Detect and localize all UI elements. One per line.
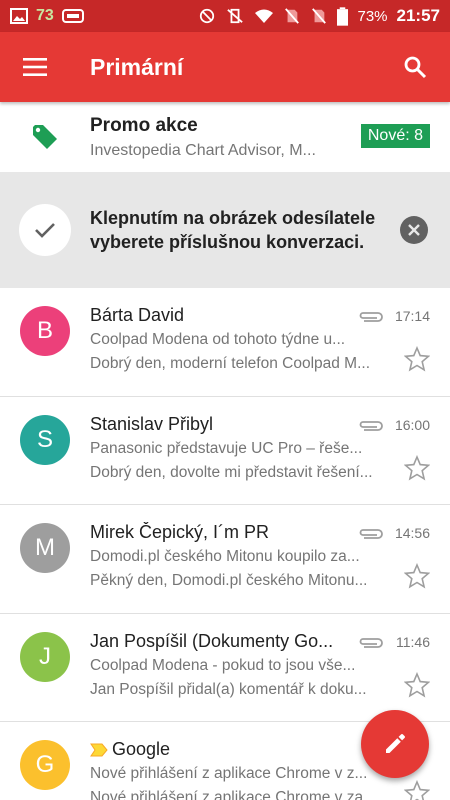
wifi-icon [255, 9, 274, 23]
email-subject: Domodi.pl českého Mitonu koupilo za... [90, 548, 360, 565]
sender-avatar[interactable]: G [20, 740, 70, 790]
email-snippet: Dobrý den, dovolte mi představit řešení.… [90, 463, 373, 481]
important-marker-icon[interactable] [90, 743, 108, 757]
email-subject: Panasonic představuje UC Pro – řeše... [90, 439, 363, 457]
email-row[interactable]: J Jan Pospíšil (Dokumenty Go... 11:46 Co… [0, 613, 450, 722]
sender-name: Stanislav Přibyl [90, 413, 214, 434]
clock: 21:57 [396, 6, 440, 25]
email-subject: Nové přihlášení z aplikace Chrome v z... [90, 765, 368, 782]
dismiss-tip-button[interactable] [400, 216, 428, 244]
email-subject: Coolpad Modena - pokud to jsou vše... [90, 656, 356, 674]
email-snippet: Nové přihlášení z aplikace Chrome v za..… [90, 789, 377, 800]
attachment-icon [359, 529, 383, 539]
star-icon[interactable] [404, 780, 430, 800]
search-icon [404, 56, 427, 79]
tip-avatar [19, 204, 71, 256]
no-sim-icon [285, 8, 300, 24]
attachment-icon [359, 312, 383, 322]
sender-name: Mirek Čepický, I´m PR [90, 522, 270, 542]
attachment-icon [359, 637, 383, 648]
star-icon[interactable] [404, 454, 430, 481]
email-snippet: Dobrý den, moderní telefon Coolpad M... [90, 355, 371, 372]
sender-avatar[interactable]: J [20, 631, 70, 682]
attachment-icon [359, 420, 383, 431]
star-icon[interactable] [404, 346, 430, 372]
app-bar: Primární [0, 32, 450, 102]
tip-text: Klepnutím na obrázek odesílatele vyberet… [90, 208, 376, 252]
app-notification-icon [61, 9, 84, 23]
promo-title: Promo akce [90, 114, 198, 136]
sender-avatar[interactable]: S [20, 414, 70, 465]
battery-percent: 73% [357, 7, 388, 25]
vibrate-off-icon [227, 8, 244, 24]
page-title: Primární [90, 53, 184, 80]
star-icon[interactable] [404, 671, 430, 698]
sender-avatar[interactable]: B [20, 306, 70, 356]
hamburger-menu-icon [23, 58, 47, 76]
checkmark-icon [35, 223, 55, 238]
email-snippet: Pěkný den, Domodi.pl českého Mitonu... [90, 572, 368, 589]
new-count-badge: Nové: 8 [360, 124, 430, 148]
status-bar: 73 73% 21:57 [0, 0, 450, 32]
email-time: 14:56 [394, 525, 430, 541]
email-snippet: Jan Pospíšil přidal(a) komentář k doku..… [90, 680, 367, 698]
menu-button[interactable] [0, 32, 70, 102]
sender-name: Bárta David [90, 305, 185, 325]
search-button[interactable] [380, 32, 450, 102]
email-time: 11:46 [396, 633, 430, 650]
image-notification-icon [10, 8, 28, 24]
compose-button[interactable] [361, 710, 429, 778]
no-sim-2-icon [312, 8, 327, 24]
notification-count: 73 [36, 7, 54, 24]
sender-name: Jan Pospíšil (Dokumenty Go... [90, 630, 334, 651]
promotions-category-row[interactable]: Promo akce Investopedia Chart Advisor, M… [0, 102, 450, 172]
battery-icon [337, 6, 349, 26]
star-icon[interactable] [404, 563, 430, 589]
email-row[interactable]: M Mirek Čepický, I´m PR 14:56 Domodi.pl … [0, 505, 450, 614]
sender-name: Google [90, 739, 350, 760]
tip-banner: Klepnutím na obrázek odesílatele vyberet… [0, 172, 450, 288]
email-row[interactable]: B Bárta David 17:14 Coolpad Modena od to… [0, 288, 450, 397]
sender-avatar[interactable]: M [20, 523, 70, 573]
tag-icon [33, 125, 57, 149]
do-not-disturb-icon [200, 8, 215, 24]
email-row[interactable]: S Stanislav Přibyl 16:00 Panasonic předs… [0, 396, 450, 505]
email-time: 17:14 [394, 308, 430, 324]
email-subject: Coolpad Modena od tohoto týdne u... [90, 331, 346, 348]
promo-subtitle: Investopedia Chart Advisor, M... [90, 141, 316, 159]
pencil-icon [386, 734, 405, 753]
email-time: 16:00 [394, 416, 430, 433]
close-icon [408, 224, 420, 236]
